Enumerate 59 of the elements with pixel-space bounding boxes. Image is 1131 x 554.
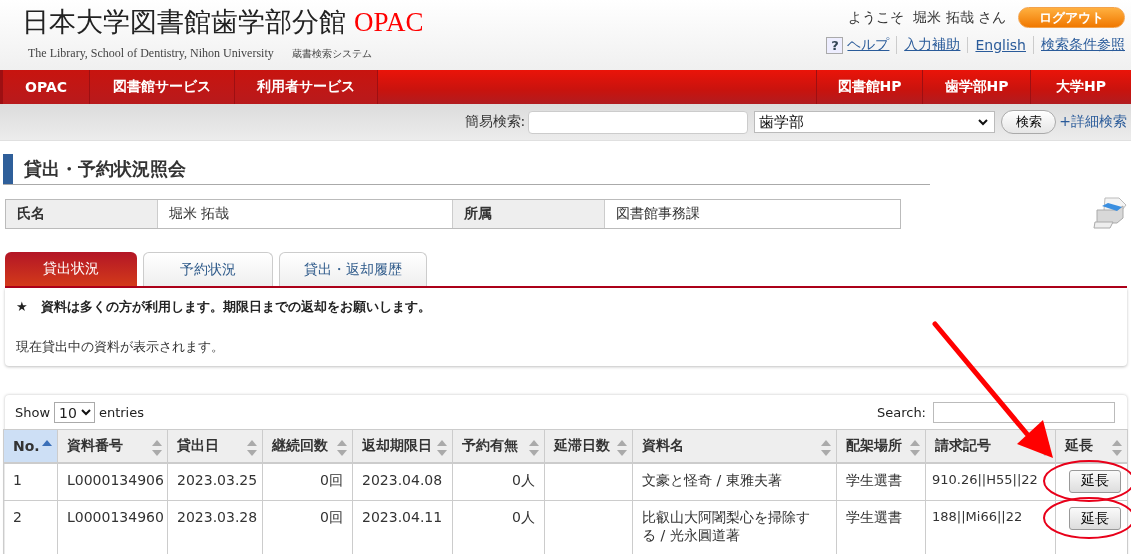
info-text: 現在貸出中の資料が表示されます。 [16,338,225,356]
entries-label: entries [98,405,144,420]
nav-item[interactable]: OPAC [0,70,90,104]
header-link[interactable]: ヘルプ [847,36,897,54]
advanced-search-link[interactable]: +詳細検索 [1059,113,1127,131]
column-header[interactable]: 資料番号 [57,429,168,463]
column-header[interactable]: 返却期限日 [352,429,453,463]
column-header[interactable]: No. [3,429,58,463]
table-cell: 1 [3,462,58,501]
column-header[interactable]: 資料名 [632,429,837,463]
table-cell: L0000134906 [57,462,168,501]
table-search-field[interactable] [933,402,1115,423]
tab[interactable]: 予約状況 [143,252,273,286]
extend-button[interactable]: 延長 [1069,507,1121,530]
header-link[interactable]: 入力補助 [896,36,968,54]
table-cell: 2023.03.25 [167,462,263,501]
field-label: 氏名 [6,199,158,228]
field-value: 図書館事務課 [615,203,701,223]
column-header[interactable]: 延滞日数 [544,429,633,463]
notice-text: 資料は多くの方が利用します。期限日までの返却をお願いします。 [41,299,432,314]
chevron-icon [978,118,989,126]
star-icon: ★ [16,299,28,314]
header-link[interactable]: 検索条件参照 [1033,36,1125,54]
library-select[interactable]: 歯学部 [754,111,996,133]
page-length-select[interactable]: 10 [54,402,95,423]
page-title: 貸出・予約状況照会 [23,157,186,181]
chevron-icon [80,409,91,416]
table-cell: 2 [3,500,58,554]
nav-item[interactable]: 図書館サービス [90,70,235,104]
table-cell: 文豪と怪奇 / 東雅夫著 [632,462,837,501]
column-header[interactable]: 延長 [1055,429,1128,463]
printer-icon[interactable] [1093,196,1127,229]
heading-bar [3,154,13,184]
search-button[interactable]: 検索 [1001,110,1057,134]
table-cell: 2023.04.08 [352,462,453,501]
nav-item[interactable]: 利用者サービス [235,70,378,104]
search-label: Search: [876,405,926,420]
search-label: 簡易検索: [464,113,526,131]
table-cell: 0人 [452,462,545,501]
column-header[interactable]: 予約有無 [452,429,545,463]
column-header[interactable]: 貸出日 [167,429,263,463]
table-cell: 学生選書 [836,462,926,501]
welcome-text: ようこそ 堀米 拓哉 さん [848,8,1006,27]
site-title-accent: OPAC [354,7,424,37]
site-title: 日本大学図書館歯学部分館 [22,7,346,37]
help-icon[interactable]: ? [826,36,844,54]
header-link[interactable]: English [967,37,1033,53]
column-header[interactable]: 配架場所 [836,429,926,463]
table-cell: 0回 [262,462,353,501]
system-name: 蔵書検索システム [291,47,372,61]
tab[interactable]: 貸出状況 [5,252,137,286]
tab[interactable]: 貸出・返却履歴 [279,252,427,286]
show-label: Show [15,405,51,420]
extend-button[interactable]: 延長 [1069,469,1121,493]
table-cell: 910.26||H55||22 [925,462,1056,501]
column-header[interactable]: 継続回数 [262,429,353,463]
search-field[interactable] [528,110,749,134]
field-label: 所属 [453,199,605,228]
site-subtitle: The Library, School of Dentistry, Nihon University [28,46,274,61]
